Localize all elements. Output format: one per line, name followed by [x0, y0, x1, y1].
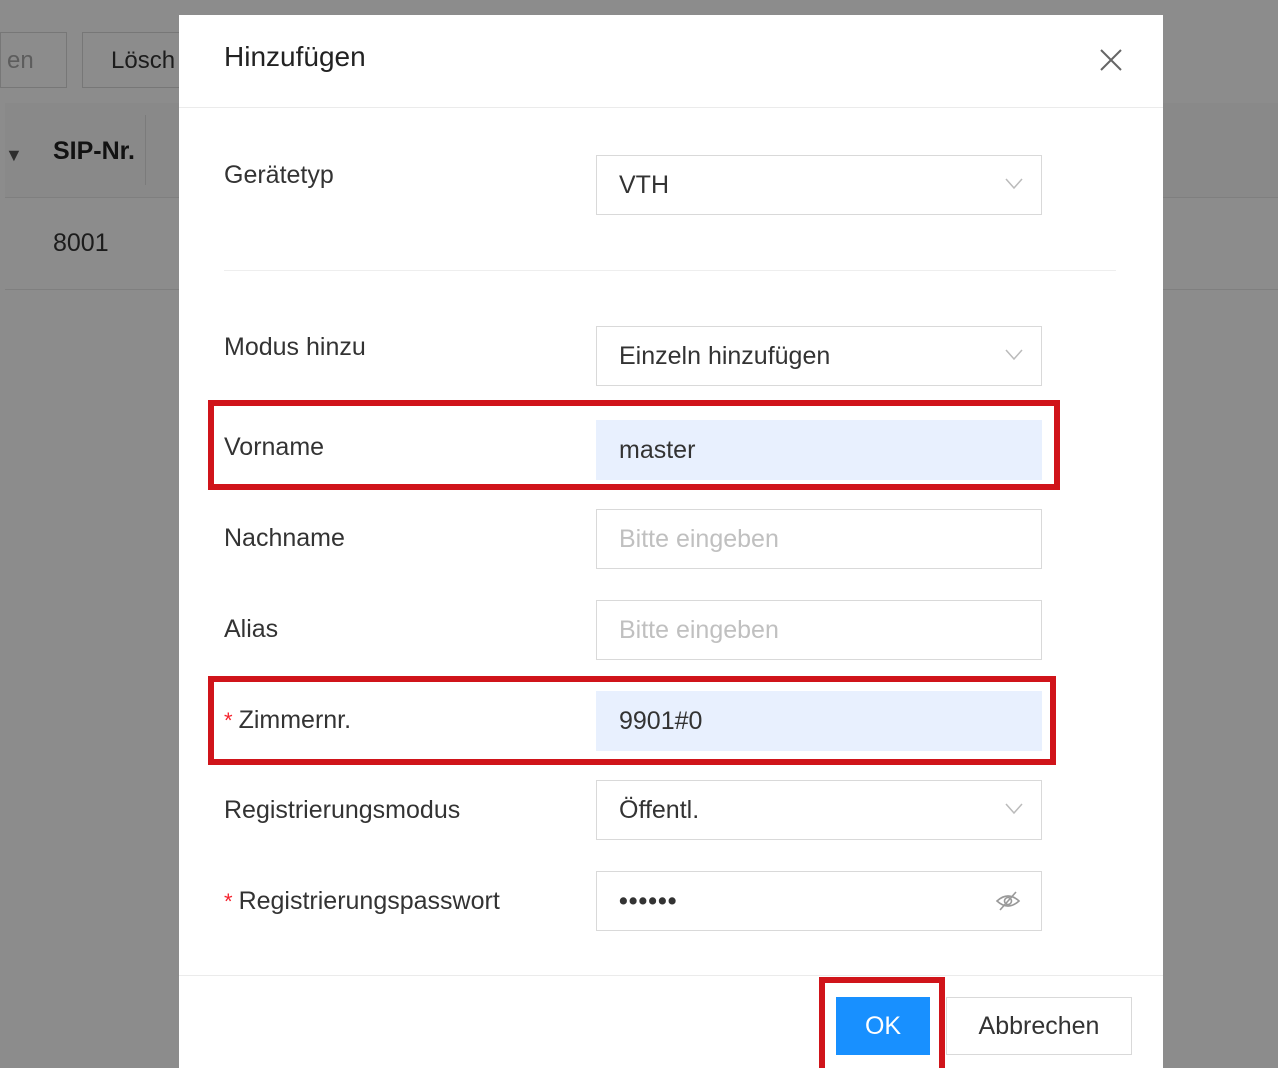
required-mark: * [224, 708, 233, 733]
device-type-value: VTH [619, 171, 669, 199]
last-name-label: Nachname [224, 524, 345, 552]
registration-mode-value: Öffentl. [619, 796, 700, 824]
form-divider [224, 270, 1116, 271]
device-type-label: Gerätetyp [224, 161, 334, 189]
first-name-input[interactable] [619, 422, 999, 479]
cancel-button[interactable]: Abbrechen [946, 997, 1132, 1055]
close-icon[interactable] [1094, 43, 1128, 77]
chevron-down-icon [1005, 803, 1023, 815]
add-mode-label: Modus hinzu [224, 333, 366, 361]
alias-label: Alias [224, 615, 279, 643]
registration-password-field[interactable]: •••••• [596, 871, 1042, 931]
registration-mode-select[interactable]: Öffentl. [596, 780, 1042, 840]
registration-password-label-text: Registrierungspasswort [238, 887, 500, 915]
add-dialog: Hinzufügen Gerätetyp VTH Modus hinzu Ein… [179, 15, 1163, 1068]
room-no-label: * Zimmernr. [224, 706, 351, 735]
first-name-label: Vorname [224, 433, 325, 461]
alias-input[interactable] [619, 602, 999, 659]
dialog-footer-divider [179, 975, 1163, 976]
add-mode-value: Einzeln hinzufügen [619, 342, 831, 370]
last-name-field[interactable] [596, 509, 1042, 569]
eye-hidden-icon[interactable] [995, 889, 1021, 913]
registration-password-value: •••••• [619, 887, 678, 915]
ok-button[interactable]: OK [836, 997, 930, 1055]
room-no-field[interactable] [596, 691, 1042, 751]
last-name-input[interactable] [619, 511, 999, 568]
device-type-select[interactable]: VTH [596, 155, 1042, 215]
required-mark: * [224, 889, 233, 914]
first-name-field[interactable] [596, 420, 1042, 480]
room-no-label-text: Zimmernr. [238, 706, 352, 734]
registration-mode-label: Registrierungsmodus [224, 796, 461, 824]
add-mode-select[interactable]: Einzeln hinzufügen [596, 326, 1042, 386]
chevron-down-icon [1005, 178, 1023, 190]
alias-field[interactable] [596, 600, 1042, 660]
chevron-down-icon [1005, 349, 1023, 361]
registration-password-label: * Registrierungspasswort [224, 887, 500, 916]
dialog-header: Hinzufügen [179, 15, 1163, 108]
room-no-input[interactable] [619, 693, 999, 750]
dialog-title: Hinzufügen [224, 41, 366, 72]
